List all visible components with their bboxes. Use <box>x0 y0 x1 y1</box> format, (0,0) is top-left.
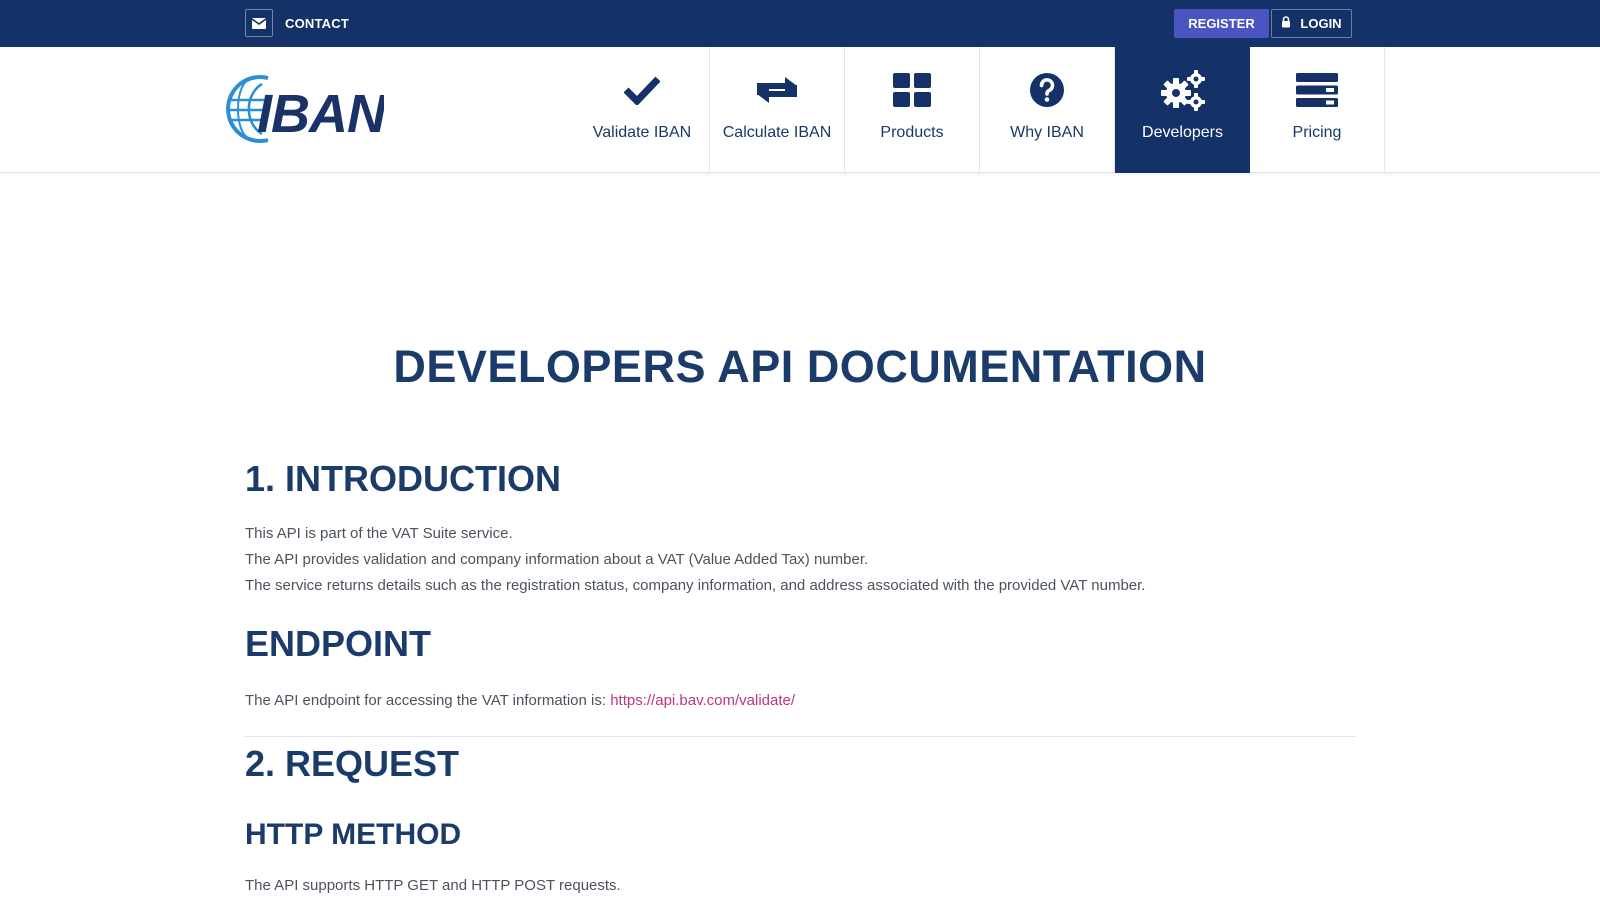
envelope-icon <box>245 9 273 37</box>
introduction-heading: 1. INTRODUCTION <box>245 458 562 499</box>
iban-logo[interactable]: IBAN <box>224 74 388 144</box>
gears-icon <box>1160 70 1206 111</box>
nav-label: Pricing <box>1292 124 1342 141</box>
exchange-icon <box>755 70 799 110</box>
contact-link[interactable]: CONTACT <box>245 9 349 37</box>
http-method-heading: HTTP METHOD <box>245 818 462 851</box>
intro-line: The API provides validation and company … <box>245 551 869 568</box>
section-divider <box>245 736 1356 737</box>
nav-label: Why IBAN <box>1010 124 1084 141</box>
page-title: DEVELOPERS API DOCUMENTATION <box>393 341 1207 392</box>
login-label: LOGIN <box>1300 16 1342 31</box>
site-header: IBAN Validate IBAN Calculate IBAN Produc… <box>0 47 1600 173</box>
question-icon <box>1029 70 1065 110</box>
logo-text: IBAN <box>257 84 384 144</box>
nav-pricing[interactable]: Pricing <box>1250 47 1385 173</box>
nav-calculate-iban[interactable]: Calculate IBAN <box>710 47 845 173</box>
lock-icon <box>1281 16 1291 31</box>
intro-line: The service returns details such as the … <box>245 577 1146 594</box>
endpoint-heading: ENDPOINT <box>245 623 432 664</box>
endpoint-text: The API endpoint for accessing the VAT i… <box>245 692 607 709</box>
grid-icon <box>893 70 931 110</box>
nav-developers[interactable]: Developers <box>1115 47 1250 173</box>
login-button[interactable]: LOGIN <box>1271 9 1352 38</box>
main-nav: Validate IBAN Calculate IBAN Products Wh… <box>575 47 1385 173</box>
nav-label: Developers <box>1142 124 1223 141</box>
endpoint-link[interactable]: https://api.bav.com/validate/ <box>610 692 795 709</box>
top-bar: CONTACT REGISTER LOGIN <box>0 0 1600 47</box>
request-heading: 2. REQUEST <box>245 743 460 784</box>
nav-label: Validate IBAN <box>592 124 692 141</box>
nav-label: Calculate IBAN <box>722 124 832 141</box>
nav-why-iban[interactable]: Why IBAN <box>980 47 1115 173</box>
checkmark-icon <box>624 70 660 110</box>
nav-validate-iban[interactable]: Validate IBAN <box>575 47 710 173</box>
nav-label: Products <box>880 124 944 141</box>
nav-products[interactable]: Products <box>845 47 980 173</box>
endpoint-paragraph: The API endpoint for accessing the VAT i… <box>245 692 795 709</box>
register-button[interactable]: REGISTER <box>1174 9 1269 38</box>
http-method-text: The API supports HTTP GET and HTTP POST … <box>245 877 621 894</box>
server-icon <box>1296 70 1338 110</box>
intro-line: This API is part of the VAT Suite servic… <box>245 525 513 542</box>
contact-label: CONTACT <box>285 15 349 31</box>
